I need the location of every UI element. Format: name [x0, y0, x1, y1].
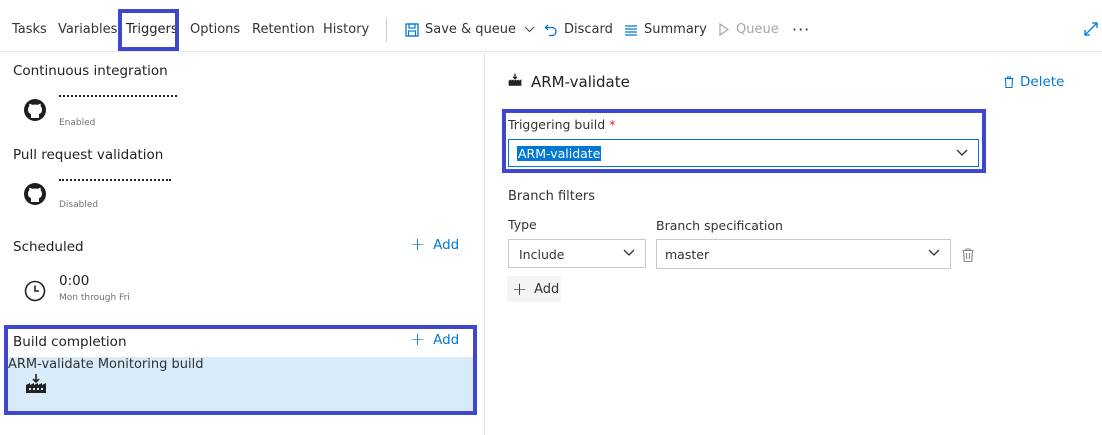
tab-options[interactable]: Options: [190, 22, 240, 37]
add-build-completion-label: Add: [433, 332, 460, 348]
add-branch-filter-label: Add: [534, 281, 560, 297]
queue-button[interactable]: Queue: [718, 22, 779, 37]
branch-spec-label: Branch specification: [656, 218, 783, 233]
discard-label: Discard: [564, 22, 613, 37]
build-completion-name: ARM-validate: [8, 357, 94, 372]
tab-history[interactable]: History: [323, 22, 369, 37]
trash-icon: [1004, 76, 1014, 88]
more-options-button[interactable]: ···: [792, 20, 810, 39]
delete-filter-icon[interactable]: [962, 248, 974, 262]
delete-label: Delete: [1020, 74, 1065, 90]
github-icon: [24, 99, 46, 121]
toolbar-divider: [386, 18, 387, 42]
tab-tasks[interactable]: Tasks: [12, 22, 47, 37]
detail-title: ARM-validate: [531, 73, 630, 91]
pr-section-title: Pull request validation: [13, 147, 164, 163]
add-schedule-label: Add: [433, 237, 460, 253]
toolbar: Tasks Variables Triggers Options Retenti…: [0, 0, 1102, 52]
plus-icon: +: [512, 278, 528, 300]
summary-label: Summary: [644, 22, 707, 37]
queue-label: Queue: [736, 22, 779, 37]
schedule-item[interactable]: 0:00 Mon through Fri: [0, 264, 472, 320]
discard-button[interactable]: Discard: [544, 22, 613, 37]
add-branch-filter-button[interactable]: + Add: [507, 276, 561, 302]
add-schedule-button[interactable]: + Add: [410, 236, 459, 254]
chevron-down-icon: [623, 249, 635, 256]
ci-trigger-item[interactable]: Enabled: [0, 84, 472, 140]
required-mark: *: [609, 117, 616, 132]
pr-trigger-item[interactable]: Disabled: [0, 168, 472, 224]
undo-icon: [544, 24, 557, 36]
triggering-build-label: Triggering build *: [508, 117, 615, 132]
expand-icon[interactable]: [1084, 22, 1098, 36]
build-completion-status: Monitoring build: [97, 357, 204, 372]
list-icon: [625, 24, 637, 36]
clock-icon: [24, 280, 46, 302]
schedule-time: 0:00: [59, 273, 90, 289]
type-value: Include: [519, 247, 565, 262]
save-queue-button[interactable]: Save & queue: [405, 22, 541, 37]
pr-status: Disabled: [59, 200, 99, 210]
build-pipeline-icon: [26, 374, 46, 393]
triggering-build-value: ARM-validate: [517, 146, 602, 161]
github-icon: [24, 183, 46, 205]
branch-spec-select[interactable]: master: [656, 239, 951, 269]
redacted-repo-name: [59, 95, 177, 98]
chevron-down-icon: [956, 149, 968, 156]
plus-icon: +: [410, 234, 426, 255]
build-completion-item[interactable]: ARM-validate Monitoring build: [8, 357, 473, 411]
chevron-down-icon: [928, 249, 940, 256]
delete-button[interactable]: Delete: [1004, 74, 1064, 90]
ci-section-title: Continuous integration: [13, 63, 168, 79]
triggers-tab-highlight: [118, 9, 179, 51]
schedule-days: Mon through Fri: [59, 293, 130, 303]
build-pipeline-icon: [508, 73, 522, 86]
type-label: Type: [508, 217, 537, 232]
plus-icon: +: [410, 329, 426, 350]
tab-retention[interactable]: Retention: [252, 22, 315, 37]
tab-variables[interactable]: Variables: [58, 22, 117, 37]
branch-spec-value: master: [665, 247, 710, 262]
triggering-build-select[interactable]: ARM-validate: [508, 139, 979, 167]
type-select[interactable]: Include: [508, 239, 646, 268]
scheduled-section-title: Scheduled: [13, 239, 84, 255]
build-completion-section-title: Build completion: [13, 334, 127, 350]
play-icon: [719, 23, 730, 36]
branch-filters-label: Branch filters: [508, 189, 596, 204]
save-icon: [405, 22, 419, 37]
chevron-down-icon: [524, 26, 535, 33]
add-build-completion-button[interactable]: + Add: [410, 331, 459, 349]
save-queue-label: Save & queue: [425, 22, 517, 37]
ci-status: Enabled: [59, 118, 96, 128]
redacted-repo-name: [59, 179, 171, 182]
summary-button[interactable]: Summary: [624, 22, 707, 37]
triggering-build-label-text: Triggering build: [508, 117, 606, 132]
